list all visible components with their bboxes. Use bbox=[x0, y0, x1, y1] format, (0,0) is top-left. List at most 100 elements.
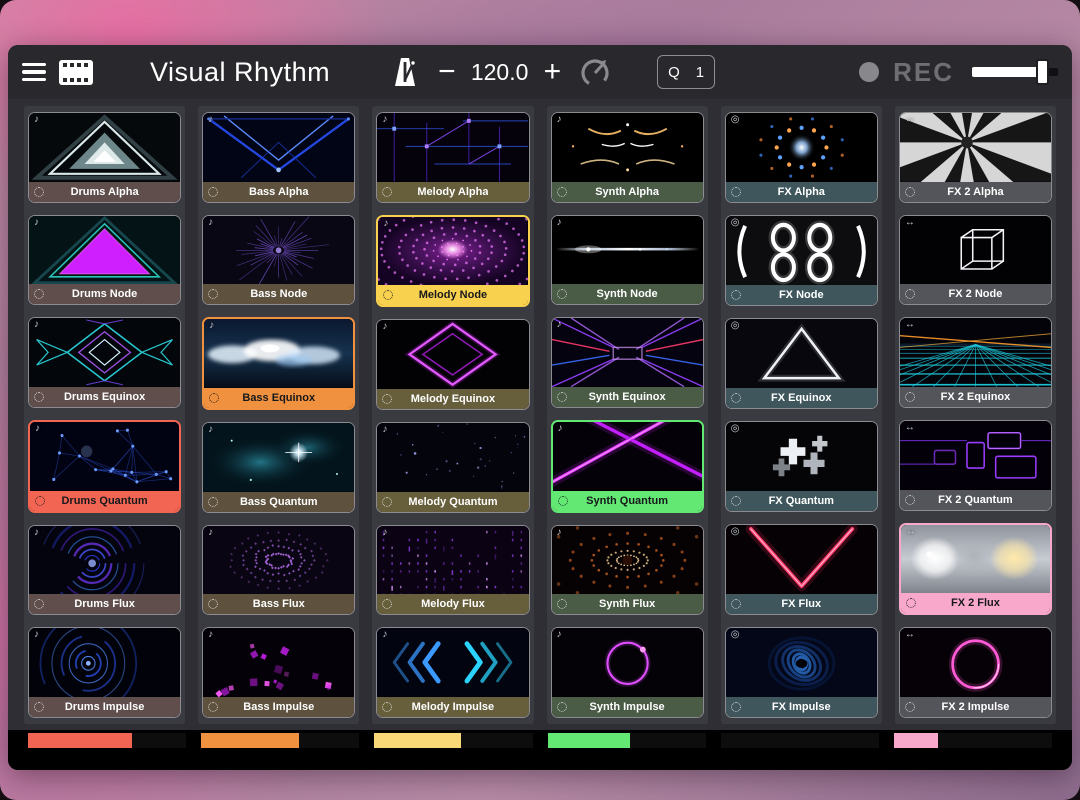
loop-indicator-icon bbox=[34, 702, 44, 712]
clip-fx-flux[interactable]: ◎ FX Flux bbox=[725, 524, 878, 615]
music-note-icon: ♪ bbox=[382, 322, 387, 332]
clip-label-bar: Bass Impulse bbox=[203, 697, 354, 717]
clip-bass-quantum[interactable]: ♪ Bass Quantum bbox=[202, 422, 355, 513]
clip-fx-quantum[interactable]: ◎ FX Quantum bbox=[725, 421, 878, 512]
clip-bass-equinox[interactable]: ♪ Bass Equinox bbox=[202, 317, 355, 410]
loop-indicator-icon bbox=[208, 497, 218, 507]
clip-fx-2-node[interactable]: ↔ FX 2 Node bbox=[899, 215, 1052, 306]
clip-label-bar: FX Flux bbox=[726, 594, 877, 614]
loop-indicator-icon bbox=[34, 187, 44, 197]
clip-label-bar: Synth Node bbox=[552, 284, 703, 304]
clip-fx-node[interactable]: ◎ FX Node bbox=[725, 215, 878, 306]
clip-drums-impulse[interactable]: ♪ Drums Impulse bbox=[28, 627, 181, 718]
rec-label[interactable]: REC bbox=[893, 57, 954, 88]
range-icon: ↔ bbox=[905, 320, 915, 330]
clip-thumbnail: ♪ bbox=[29, 318, 180, 387]
clip-label: Drums Node bbox=[72, 288, 137, 300]
clip-melody-flux[interactable]: ♪ Melody Flux bbox=[376, 525, 529, 616]
clip-drums-node[interactable]: ♪ Drums Node bbox=[28, 215, 181, 306]
quantize-box[interactable]: Q 1 bbox=[657, 55, 715, 89]
clip-thumbnail: ♪ bbox=[552, 628, 703, 697]
music-note-icon: ♪ bbox=[208, 218, 213, 228]
target-circle-icon: ◎ bbox=[731, 424, 740, 434]
clip-label-bar: FX 2 Equinox bbox=[900, 387, 1051, 407]
master-volume-slider[interactable] bbox=[972, 59, 1058, 85]
clip-label: Drums Impulse bbox=[65, 701, 144, 713]
app-window: Visual Rhythm − 120.0 + bbox=[8, 45, 1072, 770]
meter-synth[interactable] bbox=[548, 733, 706, 748]
clip-bass-flux[interactable]: ♪ Bass Flux bbox=[202, 525, 355, 616]
clip-label-bar: FX Alpha bbox=[726, 182, 877, 202]
tap-tempo-dial-icon[interactable] bbox=[577, 54, 613, 90]
clip-synth-flux[interactable]: ♪ Synth Flux bbox=[551, 525, 704, 616]
quantize-label: Q bbox=[668, 64, 680, 81]
clip-melody-impulse[interactable]: ♪ Melody Impulse bbox=[376, 627, 529, 718]
clip-thumbnail: ♪ bbox=[377, 526, 528, 595]
clip-fx-impulse[interactable]: ◎ FX Impulse bbox=[725, 627, 878, 718]
clip-label: FX Impulse bbox=[772, 701, 831, 713]
clip-label: FX 2 Quantum bbox=[938, 494, 1013, 506]
target-circle-icon: ◎ bbox=[731, 115, 740, 125]
metronome-icon bbox=[392, 56, 418, 88]
meter-fill bbox=[548, 733, 630, 748]
clip-melody-node[interactable]: ♪ Melody Node bbox=[376, 215, 529, 308]
clip-label: Synth Equinox bbox=[589, 391, 666, 403]
clip-synth-node[interactable]: ♪ Synth Node bbox=[551, 215, 704, 306]
clip-label-bar: Bass Alpha bbox=[203, 182, 354, 202]
bpm-value[interactable]: 120.0 bbox=[468, 59, 532, 86]
column-synth: ♪ Synth Alpha ♪ Synth Node ♪ Synth Equin… bbox=[547, 106, 708, 724]
clip-synth-quantum[interactable]: ♪ Synth Quantum bbox=[551, 420, 704, 513]
clip-drums-quantum[interactable]: ♪ Drums Quantum bbox=[28, 420, 181, 513]
clip-bass-alpha[interactable]: ♪ Bass Alpha bbox=[202, 112, 355, 203]
music-note-icon: ♪ bbox=[208, 115, 213, 125]
clip-synth-impulse[interactable]: ♪ Synth Impulse bbox=[551, 627, 704, 718]
meter-bass[interactable] bbox=[201, 733, 359, 748]
clip-drums-equinox[interactable]: ♪ Drums Equinox bbox=[28, 317, 181, 408]
clip-melody-equinox[interactable]: ♪ Melody Equinox bbox=[376, 319, 529, 410]
clip-label: Melody Quantum bbox=[408, 496, 497, 508]
clip-label: FX Node bbox=[779, 289, 824, 301]
record-indicator-icon[interactable] bbox=[859, 62, 879, 82]
clip-fx-2-alpha[interactable]: ↔ FX 2 Alpha bbox=[899, 112, 1052, 203]
clip-melody-alpha[interactable]: ♪ Melody Alpha bbox=[376, 112, 529, 203]
range-icon: ↔ bbox=[905, 630, 915, 640]
clip-thumbnail: ♪ bbox=[29, 216, 180, 285]
clip-fx-2-flux[interactable]: ↔ FX 2 Flux bbox=[899, 523, 1052, 616]
clip-fx-2-equinox[interactable]: ↔ FX 2 Equinox bbox=[899, 317, 1052, 408]
clip-label: FX 2 Flux bbox=[951, 597, 1000, 609]
clip-fx-equinox[interactable]: ◎ FX Equinox bbox=[725, 318, 878, 409]
clip-label-bar: Synth Flux bbox=[552, 594, 703, 614]
hamburger-menu-icon[interactable] bbox=[22, 63, 46, 81]
meter-fx-2[interactable] bbox=[894, 733, 1052, 748]
clip-synth-equinox[interactable]: ♪ Synth Equinox bbox=[551, 317, 704, 408]
loop-indicator-icon bbox=[382, 599, 392, 609]
clip-bass-node[interactable]: ♪ Bass Node bbox=[202, 215, 355, 306]
clip-bass-impulse[interactable]: ♪ Bass Impulse bbox=[202, 627, 355, 718]
clip-fx-alpha[interactable]: ◎ FX Alpha bbox=[725, 112, 878, 203]
clip-drums-flux[interactable]: ♪ Drums Flux bbox=[28, 525, 181, 616]
meter-fill bbox=[894, 733, 938, 748]
clip-thumbnail: ♪ bbox=[203, 216, 354, 285]
clip-label: Drums Equinox bbox=[64, 391, 145, 403]
bpm-decrease-button[interactable]: − bbox=[434, 57, 460, 87]
column-drums: ♪ Drums Alpha ♪ Drums Node ♪ Drums Equin… bbox=[24, 106, 185, 724]
clip-label: Bass Quantum bbox=[240, 496, 318, 508]
music-note-icon: ♪ bbox=[382, 115, 387, 125]
loop-indicator-icon bbox=[382, 187, 392, 197]
volume-handle[interactable] bbox=[1036, 59, 1049, 85]
clip-label-bar: FX Quantum bbox=[726, 491, 877, 511]
clip-synth-alpha[interactable]: ♪ Synth Alpha bbox=[551, 112, 704, 203]
bpm-increase-button[interactable]: + bbox=[540, 57, 566, 87]
column-bass: ♪ Bass Alpha ♪ Bass Node ♪ Bass Equinox … bbox=[198, 106, 359, 724]
clip-melody-quantum[interactable]: ♪ Melody Quantum bbox=[376, 422, 529, 513]
meter-fx[interactable] bbox=[721, 733, 879, 748]
film-strip-icon[interactable] bbox=[58, 59, 94, 86]
clip-fx-2-impulse[interactable]: ↔ FX 2 Impulse bbox=[899, 627, 1052, 718]
meter-drums[interactable] bbox=[28, 733, 186, 748]
loop-indicator-icon bbox=[557, 702, 567, 712]
clip-fx-2-quantum[interactable]: ↔ FX 2 Quantum bbox=[899, 420, 1052, 511]
music-note-icon: ♪ bbox=[208, 528, 213, 538]
clip-drums-alpha[interactable]: ♪ Drums Alpha bbox=[28, 112, 181, 203]
meter-melody[interactable] bbox=[374, 733, 532, 748]
clip-thumbnail: ◎ bbox=[726, 216, 877, 285]
